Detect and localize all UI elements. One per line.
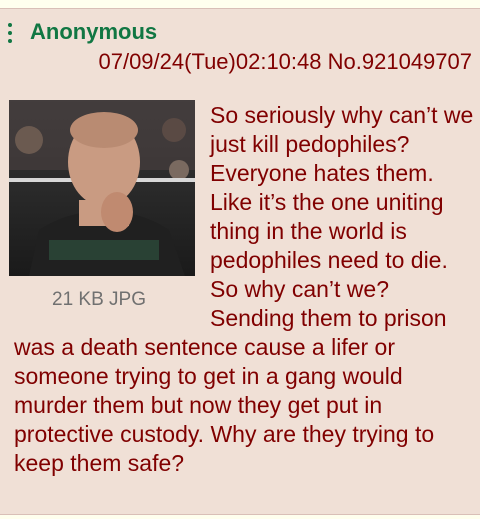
post-meta: 07/09/24(Tue)02:10:48 No.921049707	[98, 49, 472, 75]
post-menu-icon[interactable]	[8, 23, 12, 45]
poster-name: Anonymous	[30, 19, 158, 44]
post-card: Anonymous 07/09/24(Tue)02:10:48 No.92104…	[0, 8, 480, 515]
post-body: So seriously why can’t we just kill pedo…	[14, 101, 474, 478]
post-number[interactable]: No.921049707	[328, 49, 472, 74]
post-datetime: 07/09/24(Tue)02:10:48	[98, 49, 322, 74]
